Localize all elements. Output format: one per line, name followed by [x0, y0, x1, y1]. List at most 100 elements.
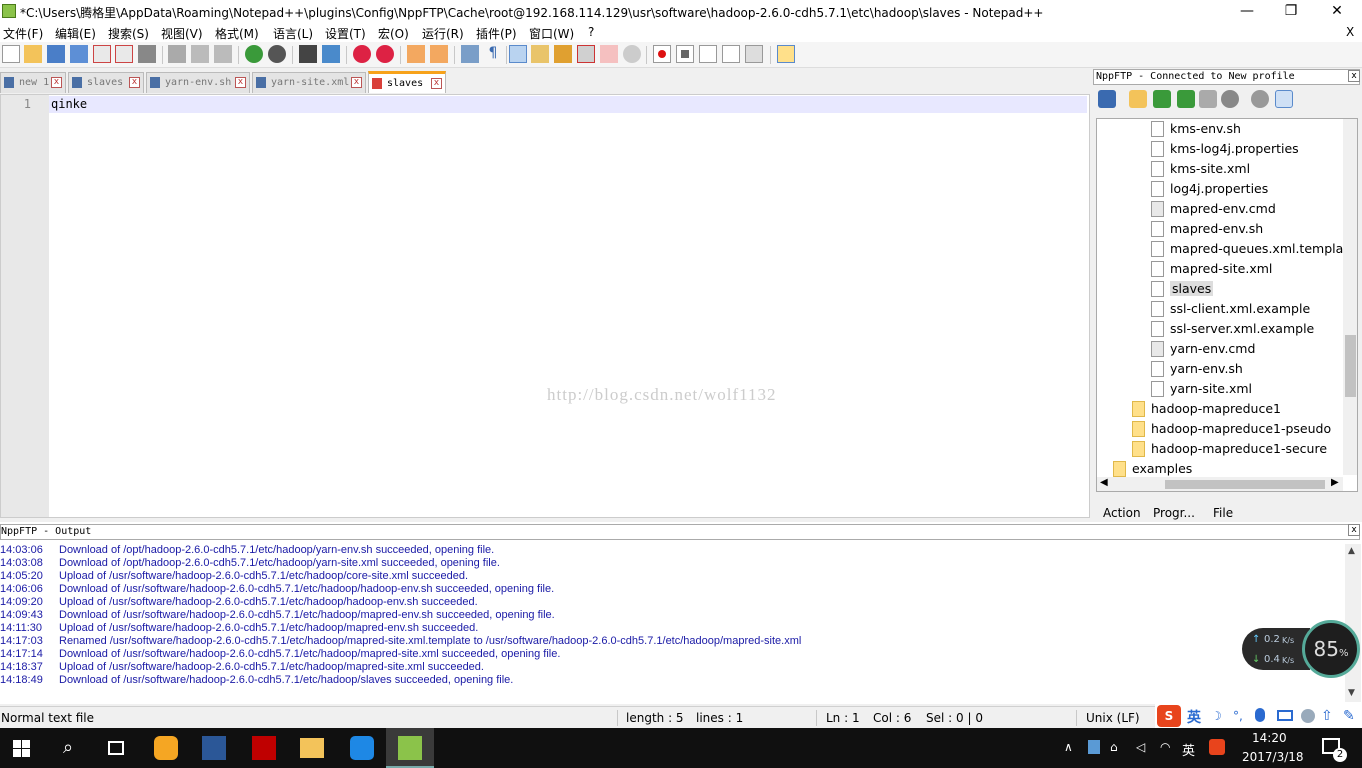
tree-folder[interactable]: hadoop-mapreduce1-pseudo	[1097, 419, 1343, 439]
play-macro-icon[interactable]	[699, 45, 717, 63]
run-macro-multiple-icon[interactable]	[722, 45, 740, 63]
scroll-right-icon[interactable]: ▶	[1331, 477, 1339, 488]
undo-icon[interactable]	[245, 45, 263, 63]
tree-file[interactable]: log4j.properties	[1097, 179, 1343, 199]
menu-plugins[interactable]: 插件(P)	[476, 25, 517, 42]
word-wrap-icon[interactable]	[461, 45, 479, 63]
microphone-icon[interactable]	[1255, 708, 1265, 722]
weibo-app-icon[interactable]	[142, 728, 190, 768]
menu-help[interactable]: ?	[588, 25, 594, 39]
ime-language-toggle[interactable]: 英	[1187, 707, 1201, 727]
queue-col-file[interactable]: File	[1213, 506, 1233, 520]
tree-file[interactable]: yarn-site.xml	[1097, 379, 1343, 399]
tree-file[interactable]: yarn-env.cmd	[1097, 339, 1343, 359]
zoom-in-icon[interactable]	[353, 45, 371, 63]
tools-wrench-icon[interactable]: ✎	[1343, 708, 1355, 724]
file-explorer-icon[interactable]	[288, 728, 336, 768]
download-icon[interactable]	[1153, 90, 1171, 108]
word-app-icon[interactable]	[190, 728, 238, 768]
menu-format[interactable]: 格式(M)	[215, 25, 259, 42]
arrow-up-icon[interactable]: ⇧	[1321, 708, 1333, 724]
menu-view[interactable]: 视图(V)	[161, 25, 203, 42]
maximize-button[interactable]: ❐	[1268, 0, 1314, 24]
tab-yarn-site-xml[interactable]: yarn-site.xml x	[252, 72, 366, 93]
doc-map-icon[interactable]	[554, 45, 572, 63]
skin-icon[interactable]	[1301, 709, 1315, 723]
indent-guide-icon[interactable]	[509, 45, 527, 63]
function-list-icon[interactable]	[577, 45, 595, 63]
open-folder-icon[interactable]	[1129, 90, 1147, 108]
clock-date[interactable]: 2017/3/18	[1242, 750, 1304, 764]
close-document-button[interactable]: X	[1346, 25, 1354, 39]
menu-macro[interactable]: 宏(O)	[378, 25, 409, 42]
folder-workspace-icon[interactable]	[600, 45, 618, 63]
menu-file[interactable]: 文件(F)	[3, 25, 43, 42]
save-macro-icon[interactable]	[745, 45, 763, 63]
tree-folder[interactable]: hadoop-mapreduce1-secure	[1097, 439, 1343, 459]
refresh-icon[interactable]	[1199, 90, 1217, 108]
record-macro-icon[interactable]	[653, 45, 671, 63]
tree-file[interactable]: yarn-env.sh	[1097, 359, 1343, 379]
start-button[interactable]	[0, 728, 48, 768]
abort-icon[interactable]	[1221, 90, 1239, 108]
tab-close-icon[interactable]: x	[431, 78, 442, 89]
tree-file[interactable]: mapred-env.cmd	[1097, 199, 1343, 219]
tree-vertical-scrollbar[interactable]	[1343, 119, 1357, 475]
tree-folder[interactable]: hadoop-mapreduce1	[1097, 399, 1343, 419]
stop-macro-icon[interactable]	[676, 45, 694, 63]
show-all-characters-icon[interactable]: ¶	[484, 45, 502, 63]
notepadpp-app-icon[interactable]	[2, 4, 16, 18]
scroll-up-icon[interactable]: ▲	[1348, 546, 1355, 556]
text-editor[interactable]: 1 qinke http://blog.csdn.net/wolf1132	[0, 94, 1090, 518]
scroll-left-icon[interactable]: ◀	[1100, 477, 1108, 488]
notepadpp-taskbar-icon[interactable]	[386, 728, 434, 768]
tree-file[interactable]: slaves	[1097, 279, 1343, 299]
tab-close-icon[interactable]: x	[351, 77, 362, 88]
zoom-out-icon[interactable]	[376, 45, 394, 63]
tree-file[interactable]: mapred-site.xml	[1097, 259, 1343, 279]
tab-yarn-env-sh[interactable]: yarn-env.sh x	[146, 72, 250, 93]
output-close-icon[interactable]: x	[1348, 524, 1360, 536]
find-icon[interactable]	[299, 45, 317, 63]
cut-icon[interactable]	[168, 45, 186, 63]
memory-usage-gauge[interactable]: 85%	[1302, 620, 1360, 678]
remote-file-tree[interactable]: kms-env.sh kms-log4j.properties kms-site.x…	[1096, 118, 1358, 492]
volume-icon[interactable]: ◁	[1136, 740, 1145, 754]
close-all-icon[interactable]	[115, 45, 133, 63]
tree-folder[interactable]: examples	[1097, 459, 1343, 479]
sogou-logo-icon[interactable]: S	[1157, 705, 1181, 727]
tree-hscroll-thumb[interactable]	[1165, 480, 1325, 489]
filezilla-app-icon[interactable]	[240, 728, 288, 768]
nppftp-show-icon[interactable]	[777, 45, 795, 63]
browser-app-icon[interactable]	[338, 728, 386, 768]
open-file-icon[interactable]	[24, 45, 42, 63]
tree-file[interactable]: mapred-env.sh	[1097, 219, 1343, 239]
sync-vertical-scroll-icon[interactable]	[407, 45, 425, 63]
nppftp-close-icon[interactable]: x	[1348, 70, 1360, 82]
search-icon[interactable]: ⌕	[44, 728, 92, 768]
language-udl-icon[interactable]	[531, 45, 549, 63]
close-button[interactable]: ✕	[1314, 0, 1360, 24]
connect-icon[interactable]	[1098, 90, 1116, 108]
tab-slaves[interactable]: slaves x	[68, 72, 144, 93]
tab-slaves-active[interactable]: slaves x	[368, 71, 446, 93]
close-file-icon[interactable]	[93, 45, 111, 63]
moon-icon[interactable]: ☽	[1211, 709, 1222, 723]
paste-icon[interactable]	[214, 45, 232, 63]
menu-window[interactable]: 窗口(W)	[529, 25, 574, 42]
tray-app-icon[interactable]	[1088, 740, 1100, 754]
network-speed-widget[interactable]: ↑ 0.2 K/s ↓ 0.4 K/s	[1242, 628, 1310, 670]
task-view-icon[interactable]	[92, 728, 140, 768]
save-icon[interactable]	[47, 45, 65, 63]
tree-scroll-thumb[interactable]	[1345, 335, 1356, 397]
keyboard-icon[interactable]	[1277, 710, 1293, 721]
tray-ime-language[interactable]: 英	[1182, 740, 1195, 759]
power-icon[interactable]: ⌂	[1110, 740, 1118, 754]
upload-icon[interactable]	[1177, 90, 1195, 108]
tab-close-icon[interactable]: x	[235, 77, 246, 88]
menu-language[interactable]: 语言(L)	[273, 25, 313, 42]
clock-time[interactable]: 14:20	[1252, 731, 1287, 745]
menu-settings[interactable]: 设置(T)	[325, 25, 366, 42]
tree-file[interactable]: kms-log4j.properties	[1097, 139, 1343, 159]
tab-close-icon[interactable]: x	[51, 77, 62, 88]
